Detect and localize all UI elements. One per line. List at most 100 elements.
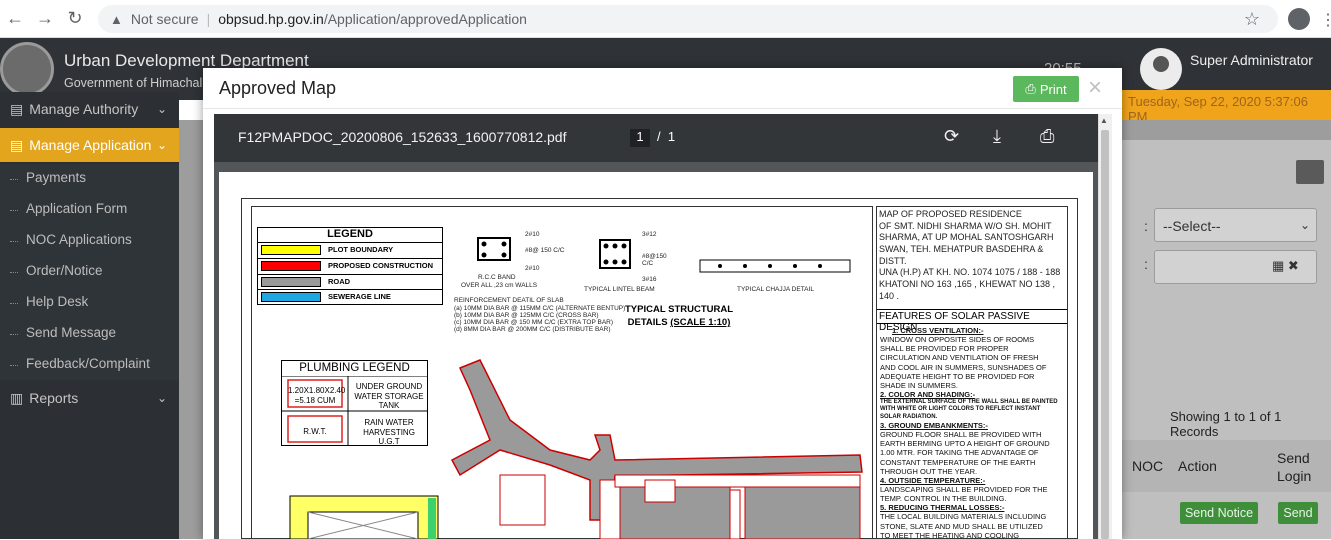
drawing-note: 3#16 bbox=[642, 276, 657, 283]
drawing-note: REINFORCEMENT DEATIL OF SLAB bbox=[454, 297, 564, 304]
legend-label: PLOT BOUNDARY bbox=[328, 245, 394, 254]
legend-row: PROPOSED CONSTRUCTION bbox=[258, 258, 442, 273]
feature-title: 3. GROUND EMBANKMENTS:- bbox=[880, 421, 988, 431]
sidebar-item-icon: ▥ bbox=[10, 389, 24, 406]
feature-line: 1.00 MTR. FOR TAKING THE ADVANTAGE OF bbox=[880, 448, 1039, 458]
legend-swatch bbox=[261, 277, 321, 287]
sidebar-item-label: Reports bbox=[29, 390, 79, 406]
features-body: 1. CROSS VENTILATION:- WINDOW ON OPPOSIT… bbox=[880, 326, 1066, 540]
feature-title: 1. CROSS VENTILATION:- bbox=[892, 326, 984, 335]
calendar-icon[interactable]: ▦ ✖ bbox=[1272, 258, 1299, 274]
rain-label: RAIN WATER bbox=[364, 418, 414, 427]
security-label: Not secure bbox=[130, 11, 199, 27]
star-icon[interactable]: ☆ bbox=[1244, 9, 1260, 30]
url-host: obpsud.hp.gov.in bbox=[218, 11, 324, 27]
drawing-note: 2#10 bbox=[525, 265, 540, 272]
url-path: /Application/approvedApplication bbox=[323, 11, 527, 27]
profile-icon[interactable] bbox=[1288, 8, 1310, 30]
send-button[interactable]: Send bbox=[1278, 502, 1318, 524]
sidebar-item-send-message[interactable]: Send Message bbox=[9, 325, 116, 340]
feature-line: STONE, SLATE AND MUD SHALL BE UTILIZED bbox=[880, 521, 1043, 531]
kebab-menu-icon[interactable]: ⋮ bbox=[1320, 10, 1331, 30]
sidebar-item-order-notice[interactable]: Order/Notice bbox=[10, 263, 103, 278]
send-notice-button[interactable]: Send Notice bbox=[1180, 502, 1258, 524]
back-arrow-icon[interactable]: ← bbox=[0, 0, 30, 38]
page-total: 1 bbox=[667, 129, 676, 144]
sidebar-item-manage-application[interactable]: ▤ Manage Application ⌄ bbox=[0, 128, 179, 162]
scrollbar-thumb[interactable] bbox=[1101, 130, 1109, 539]
legend-label: PROPOSED CONSTRUCTION bbox=[328, 261, 434, 270]
chevron-down-icon: ⌄ bbox=[1299, 218, 1310, 232]
forward-arrow-icon[interactable]: → bbox=[30, 0, 60, 38]
feature-line: THROUGH OUT THE YEAR. bbox=[880, 466, 978, 476]
column-noc: NOC bbox=[1132, 458, 1164, 474]
legend-title: LEGEND bbox=[327, 228, 373, 240]
sidebar-item-reports[interactable]: ▥ Reports ⌄ bbox=[0, 381, 179, 415]
sidebar-item-icon: ▤ bbox=[10, 100, 24, 117]
legend-swatch bbox=[261, 261, 321, 271]
feature-line: TEMP. CONTROL IN THE BUILDING. bbox=[880, 494, 1007, 504]
field-colon: : bbox=[1144, 256, 1148, 272]
page-count: / 1 bbox=[657, 129, 676, 144]
desc-line: DISTT. bbox=[879, 255, 907, 266]
tank-label: TANK bbox=[378, 401, 400, 411]
close-icon[interactable]: × bbox=[1088, 74, 1102, 102]
chevron-down-icon: ⌄ bbox=[156, 102, 167, 116]
modal-divider bbox=[203, 108, 1122, 109]
column-action: Action bbox=[1178, 458, 1217, 474]
scroll-up-icon[interactable]: ▲ bbox=[1100, 116, 1108, 125]
feature-line: THE LOCAL BUILDING MATERIALS INCLUDING bbox=[880, 512, 1047, 522]
feature-line: CONSTANT TEMPERATURE OF THE EARTH bbox=[880, 457, 1036, 467]
date-strip: Tuesday, Sep 22, 2020 5:37:06 PM bbox=[1122, 90, 1331, 124]
rwt-label: R.W.T. bbox=[303, 427, 327, 436]
drawing-note: #8@ 150 C/C bbox=[525, 247, 565, 254]
print-icon[interactable] bbox=[1296, 160, 1324, 184]
struct-scale: (SCALE 1:10) bbox=[670, 317, 731, 329]
printer-icon[interactable]: ⎙ bbox=[1040, 126, 1054, 147]
column-send-login: Send Login bbox=[1277, 450, 1312, 484]
filter-select[interactable]: --Select-- ⌄ bbox=[1154, 208, 1317, 242]
sidebar-item-noc-applications[interactable]: NOC Applications bbox=[10, 232, 132, 247]
feature-line: THE EXTERNAL SURFACE OF THE WALL SHALL B… bbox=[880, 399, 1058, 406]
struct-details: DETAILS bbox=[627, 317, 668, 329]
avatar[interactable] bbox=[1140, 48, 1182, 90]
sidebar-item-application-form[interactable]: Application Form bbox=[9, 201, 127, 216]
struct-line: TYPICAL STRUCTURAL bbox=[625, 304, 734, 315]
plumbing-cell: RAIN WATER HARVESTING U.G.T bbox=[350, 418, 428, 447]
legend-row: PLOT BOUNDARY bbox=[258, 242, 442, 257]
desc-line: SWAN, TEH. MEHATPUR BASDEHRA & bbox=[879, 244, 1044, 255]
drawing-note: #8@150 C/C bbox=[642, 253, 667, 268]
feature-line: WINDOW ON OPPOSITE SIDES OF ROOMS bbox=[880, 335, 1035, 345]
plot-sketch bbox=[289, 495, 439, 539]
sidebar-item-payments[interactable]: Payments bbox=[9, 170, 86, 185]
sidebar-item-label: Manage Authority bbox=[29, 101, 139, 117]
user-name[interactable]: Super Administrator bbox=[1190, 52, 1313, 68]
tank-size: =5.18 CUM bbox=[294, 395, 336, 405]
chevron-down-icon: ⌄ bbox=[156, 391, 167, 405]
plumbing-cell: 1.20X1.80X2.40 =5.18 CUM bbox=[288, 386, 346, 405]
print-label: Print bbox=[1039, 81, 1067, 97]
tank-size: 1.20X1.80X2.40 bbox=[288, 386, 346, 395]
structural-title: TYPICAL STRUCTURAL DETAILS (SCALE 1:10) bbox=[625, 303, 733, 330]
reload-icon[interactable]: ↻ bbox=[60, 0, 90, 38]
struct-line: DETAILS (SCALE 1:10) bbox=[625, 316, 733, 329]
download-icon[interactable]: ⤓ bbox=[993, 126, 1001, 147]
url-separator: | bbox=[206, 11, 211, 27]
records-info: Showing 1 to 1 of 1 Records bbox=[1170, 409, 1282, 439]
print-button[interactable]: ⎙ Print bbox=[1013, 76, 1079, 102]
features-title: FEATURES OF SOLAR PASSIVE DESIGN bbox=[877, 309, 1067, 333]
sidebar-item-feedback-complaint[interactable]: Feedback/Complaint bbox=[10, 356, 150, 371]
page-number-input[interactable]: 1 bbox=[630, 129, 650, 147]
plumbing-cell: UNDER GROUND WATER STORAGE TANK bbox=[350, 382, 428, 411]
address-bar[interactable]: ▲ Not secure | obpsud.hp.gov.in /Applica… bbox=[98, 5, 1278, 33]
sidebar-item-help-desk[interactable]: Help Desk bbox=[9, 294, 88, 309]
sidebar-item-manage-authority[interactable]: ▤ Manage Authority ⌄ bbox=[0, 92, 179, 126]
feature-line: AND COOL AIR IN SUMMERS, SUNSHADES OF bbox=[880, 362, 1047, 372]
legend-swatch bbox=[261, 292, 321, 302]
logo bbox=[0, 42, 54, 96]
feature-title: 2. COLOR AND SHADING:- bbox=[880, 389, 976, 399]
desc-line: SHARMA, AT UP MOHAL SANTOSHGARH bbox=[879, 232, 1054, 243]
drawing-note: (d) 8MM DIA BAR @ 200MM C/C (DISTRIBUTE … bbox=[454, 326, 611, 333]
legend-row: SEWERAGE LINE bbox=[258, 289, 442, 304]
rotate-icon[interactable]: ⟳ bbox=[944, 126, 959, 147]
